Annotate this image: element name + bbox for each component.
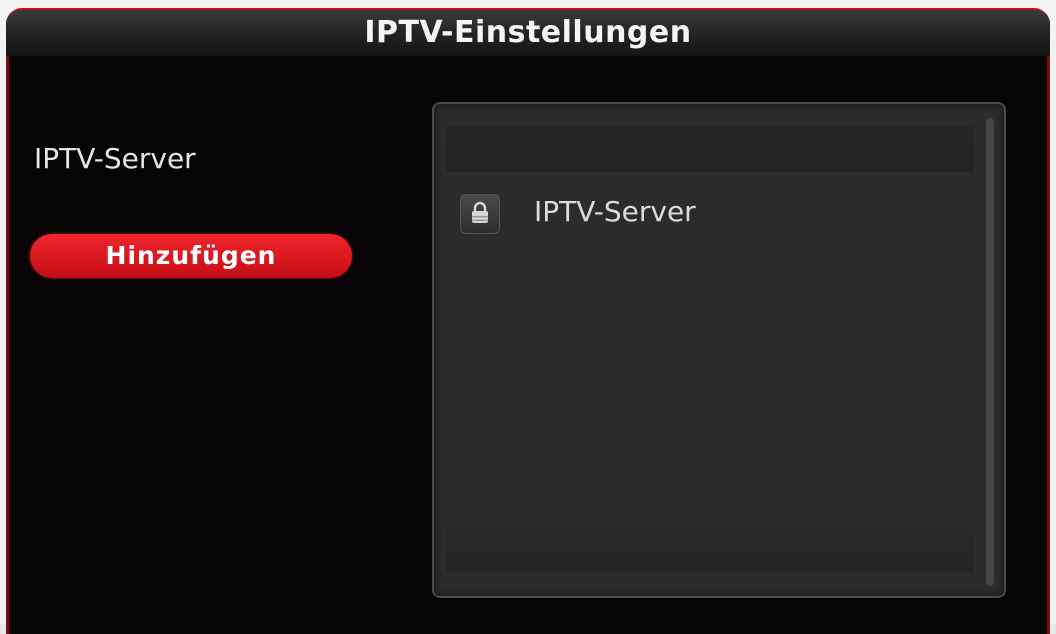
list-item[interactable]: IPTV-Server	[460, 190, 960, 234]
list-band-top	[446, 126, 974, 172]
tv-screen: IPTV-Einstellungen IPTV-Server Hinzufüge…	[0, 0, 1056, 634]
lock-icon	[460, 194, 500, 234]
list-band-bottom	[446, 524, 974, 572]
title-bar: IPTV-Einstellungen	[6, 10, 1050, 56]
list-scrollbar[interactable]	[986, 118, 994, 586]
list-item-label: IPTV-Server	[534, 195, 696, 228]
window-title: IPTV-Einstellungen	[364, 15, 692, 50]
settings-window: IPTV-Einstellungen IPTV-Server Hinzufüge…	[6, 8, 1050, 634]
add-button[interactable]: Hinzufügen	[30, 234, 352, 278]
iptv-server-label: IPTV-Server	[34, 142, 196, 175]
server-list-panel: IPTV-Server	[432, 102, 1006, 598]
